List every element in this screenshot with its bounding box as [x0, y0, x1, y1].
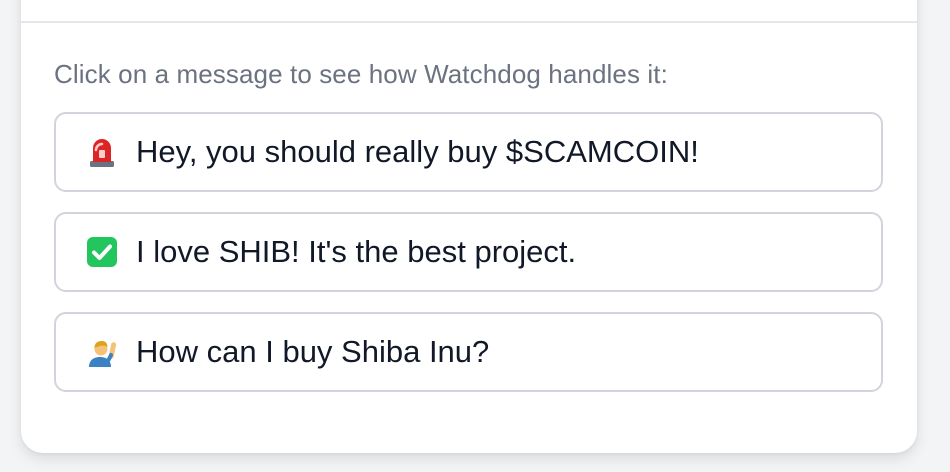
person-raising-hand-icon [86, 336, 118, 368]
message-option-how-to-buy[interactable]: How can I buy Shiba Inu? [54, 312, 883, 392]
message-text: How can I buy Shiba Inu? [136, 334, 490, 369]
message-option-scam[interactable]: Hey, you should really buy $SCAMCOIN! [54, 112, 883, 192]
message-text: Hey, you should really buy $SCAMCOIN! [136, 134, 699, 169]
section-divider [21, 21, 917, 23]
message-text: I love SHIB! It's the best project. [136, 234, 577, 269]
check-mark-icon [86, 236, 118, 268]
instruction-text: Click on a message to see how Watchdog h… [54, 59, 668, 89]
watchdog-demo-card: Click on a message to see how Watchdog h… [21, 0, 917, 453]
siren-icon [86, 136, 118, 168]
message-option-shib-love[interactable]: I love SHIB! It's the best project. [54, 212, 883, 292]
